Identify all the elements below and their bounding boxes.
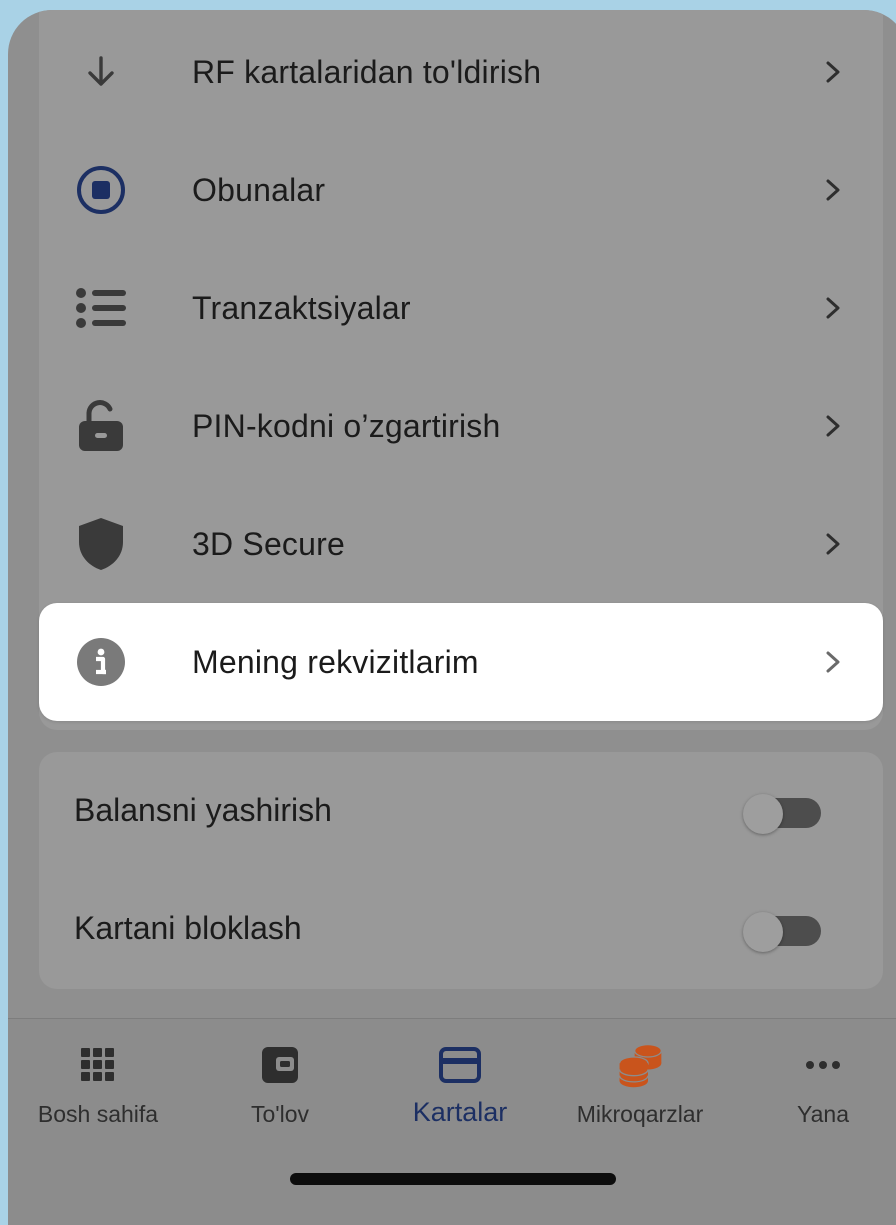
menu-item-my-requisites[interactable]: Mening rekvizitlarim	[39, 603, 883, 721]
coins-icon	[616, 1041, 664, 1089]
nav-payment[interactable]: To'lov	[195, 1041, 365, 1141]
nav-label: Mikroqarzlar	[576, 1101, 704, 1127]
nav-label: To'lov	[250, 1101, 310, 1127]
more-icon	[799, 1041, 847, 1089]
toggle-label: Kartani bloklash	[74, 910, 302, 946]
home-indicator[interactable]	[290, 1173, 616, 1185]
nav-cards[interactable]: Kartalar	[375, 1041, 545, 1141]
chevron-right-icon	[821, 414, 845, 438]
unlock-icon	[73, 398, 129, 454]
subscription-stop-icon	[73, 162, 129, 218]
nav-label: Bosh sahifa	[37, 1101, 159, 1127]
switch-knob	[743, 794, 783, 834]
chevron-right-icon	[821, 532, 845, 556]
chevron-right-icon	[821, 60, 845, 84]
menu-item-change-pin[interactable]: PIN-kodni o’zgartirish	[39, 367, 883, 485]
menu-item-subscriptions[interactable]: Obunalar	[39, 131, 883, 249]
grid-icon	[74, 1041, 122, 1089]
nav-microloans[interactable]: Mikroqarzlar	[555, 1041, 725, 1141]
nav-label: Kartalar	[412, 1097, 508, 1127]
info-icon	[73, 634, 129, 690]
menu-item-label: 3D Secure	[192, 525, 345, 562]
app-screen: RF kartalaridan to'ldirish Obunalar Tran…	[8, 10, 896, 1225]
menu-item-label: PIN-kodni o’zgartirish	[192, 407, 501, 444]
switch-knob	[743, 912, 783, 952]
nav-more[interactable]: Yana	[738, 1041, 896, 1141]
nav-label: Yana	[796, 1101, 849, 1127]
bottom-navigation: Bosh sahifa To'lov Kartalar Mikroqarzlar…	[8, 1018, 896, 1225]
chevron-right-icon	[821, 178, 845, 202]
block-card-switch[interactable]	[743, 912, 823, 952]
toggle-row-block-card: Kartani bloklash	[39, 870, 883, 988]
menu-item-label: Mening rekvizitlarim	[192, 643, 479, 680]
menu-item-label: Obunalar	[192, 171, 326, 208]
list-icon	[73, 280, 129, 336]
menu-item-3d-secure[interactable]: 3D Secure	[39, 485, 883, 603]
chevron-right-icon	[821, 650, 845, 674]
shield-icon	[73, 516, 129, 572]
hide-balance-switch[interactable]	[743, 794, 823, 834]
menu-item-label: Tranzaktsiyalar	[192, 289, 411, 326]
settings-toggles-card: Balansni yashirish Kartani bloklash	[39, 752, 883, 989]
wallet-icon	[256, 1041, 304, 1089]
chevron-right-icon	[821, 296, 845, 320]
menu-item-rf-topup[interactable]: RF kartalaridan to'ldirish	[39, 13, 883, 131]
menu-item-label: RF kartalaridan to'ldirish	[192, 53, 542, 90]
menu-item-transactions[interactable]: Tranzaktsiyalar	[39, 249, 883, 367]
toggle-label: Balansni yashirish	[74, 792, 332, 828]
arrow-down-icon	[73, 44, 129, 100]
card-icon	[436, 1041, 484, 1089]
nav-home[interactable]: Bosh sahifa	[13, 1041, 183, 1141]
toggle-row-hide-balance: Balansni yashirish	[39, 752, 883, 870]
